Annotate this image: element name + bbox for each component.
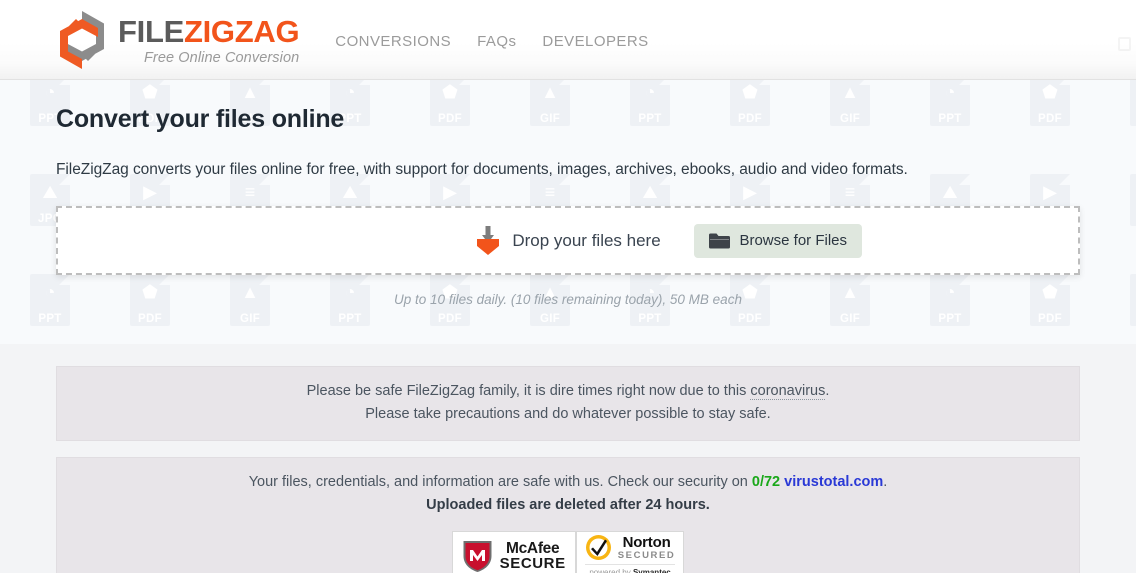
daily-quota-text: Up to 10 files daily. (10 files remainin… [394, 292, 742, 307]
main-navigation: CONVERSIONS FAQs DEVELOPERS [335, 30, 648, 50]
virustotal-link[interactable]: virustotal.com [784, 474, 883, 490]
brand-word-file: FILE [118, 13, 184, 49]
virustotal-score: 0/72 [751, 473, 781, 490]
browse-button-label: Browse for Files [739, 232, 847, 249]
mcafee-secure-label: SECURE [499, 555, 566, 573]
page-title: Convert your files online [56, 105, 345, 133]
trust-badges: McAfee SECURE Norton SECURED powered by … [77, 518, 1059, 573]
brand-text: FILEZIGZAG Free Online Conversion [118, 13, 300, 66]
nav-link-conversions[interactable]: CONVERSIONS [335, 33, 451, 50]
dropzone-label: Drop your files here [512, 230, 661, 250]
norton-secured-badge[interactable]: Norton SECURED powered by Symantec [575, 530, 685, 573]
download-inbox-icon [475, 225, 501, 256]
mcafee-text: McAfee SECURE [500, 541, 566, 572]
notices-section: Please be safe FileZigZag family, it is … [0, 344, 1136, 573]
hero-section: ◔ PPT ⬟ PDF ▲ GIF ◔ PPT ⬟ PDF ▲ GIF ◔ PPT ⬟ PDF ▲ GIF ◔ PPT… [0, 80, 1136, 344]
browse-for-files-button[interactable]: Browse for Files [694, 223, 862, 258]
covid-text-after: . [825, 383, 830, 399]
norton-text: Norton SECURED [618, 535, 676, 561]
header-right-edge-icon[interactable] [1114, 34, 1136, 54]
mcafee-brand-label: McAfee [506, 539, 560, 557]
norton-secured-label: SECURED [617, 549, 676, 561]
brand-word-zigzag: ZIGZAG [183, 13, 300, 49]
security-text-after: . [883, 473, 888, 490]
mcafee-shield-icon [462, 539, 493, 573]
security-notice-line-2: Uploaded files are deleted after 24 hour… [426, 497, 710, 514]
zigzag-hexagon-logo-icon [56, 9, 108, 71]
covid-notice-box: Please be safe FileZigZag family, it is … [56, 366, 1080, 441]
nav-link-developers[interactable]: DEVELOPERS [542, 33, 648, 50]
norton-symantec-label: Symantec [632, 568, 671, 573]
brand-logo-link[interactable]: FILEZIGZAG Free Online Conversion [56, 9, 300, 71]
mcafee-secure-badge[interactable]: McAfee SECURE [451, 530, 576, 573]
brand-tagline: Free Online Conversion [143, 49, 300, 66]
norton-checkmark-icon [585, 534, 612, 561]
file-dropzone[interactable]: Drop your files here Browse for Files [56, 206, 1080, 275]
norton-brand-label: Norton [622, 534, 671, 552]
nav-link-faqs[interactable]: FAQs [477, 33, 516, 50]
covid-text-before: Please be safe FileZigZag family, it is … [306, 383, 751, 399]
dropzone-prompt: Drop your files here [58, 225, 1078, 256]
brand-wordmark: FILEZIGZAG [118, 13, 300, 49]
norton-powered-prefix: powered by [589, 568, 633, 573]
security-text-before: Your files, credentials, and information… [248, 473, 752, 490]
security-notice-box: Your files, credentials, and information… [56, 456, 1080, 573]
page-subtitle: FileZigZag converts your files online fo… [56, 161, 908, 178]
norton-powered-by: powered by Symantec [584, 564, 676, 573]
site-header: FILEZIGZAG Free Online Conversion CONVER… [0, 0, 1136, 80]
coronavirus-link[interactable]: coronavirus [750, 383, 826, 400]
covid-notice-line-1: Please be safe FileZigZag family, it is … [77, 380, 1059, 403]
security-notice-line-1: Your files, credentials, and information… [77, 471, 1059, 494]
covid-notice-line-2: Please take precautions and do whatever … [365, 406, 771, 423]
folder-icon [709, 233, 731, 249]
